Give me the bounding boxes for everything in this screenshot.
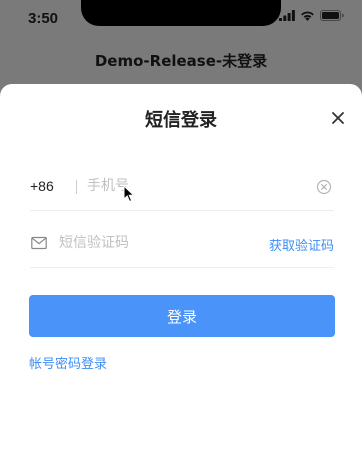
clear-phone-button[interactable]: [316, 179, 332, 195]
close-icon: [332, 112, 344, 124]
get-code-button[interactable]: 获取验证码: [269, 235, 334, 254]
sms-code-input[interactable]: [59, 232, 229, 254]
clear-icon: [316, 179, 332, 195]
sms-code-row: 获取验证码: [30, 221, 334, 268]
sheet-title: 短信登录: [145, 110, 217, 131]
close-button[interactable]: [330, 110, 346, 126]
notch: [81, 0, 281, 26]
status-time: 3:50: [28, 10, 59, 27]
nav-title: Demo-Release-未登录: [94, 52, 268, 70]
login-button[interactable]: 登录: [29, 295, 335, 337]
password-login-link[interactable]: 帐号密码登录: [29, 353, 107, 372]
divider: [76, 180, 77, 194]
sms-login-sheet: 短信登录 +86 获取验证码 登录 帐号密码登录: [0, 84, 362, 463]
battery-icon: [320, 10, 344, 21]
status-icons: [279, 10, 344, 21]
phone-row: +86: [30, 164, 334, 211]
signal-icon: [279, 10, 295, 21]
status-bar: 3:50: [0, 0, 362, 40]
mail-icon: [31, 236, 47, 250]
mouse-cursor-icon: [123, 185, 135, 203]
wifi-icon: [301, 11, 314, 21]
country-code-selector[interactable]: +86: [30, 178, 54, 194]
phone-input[interactable]: [87, 175, 307, 197]
